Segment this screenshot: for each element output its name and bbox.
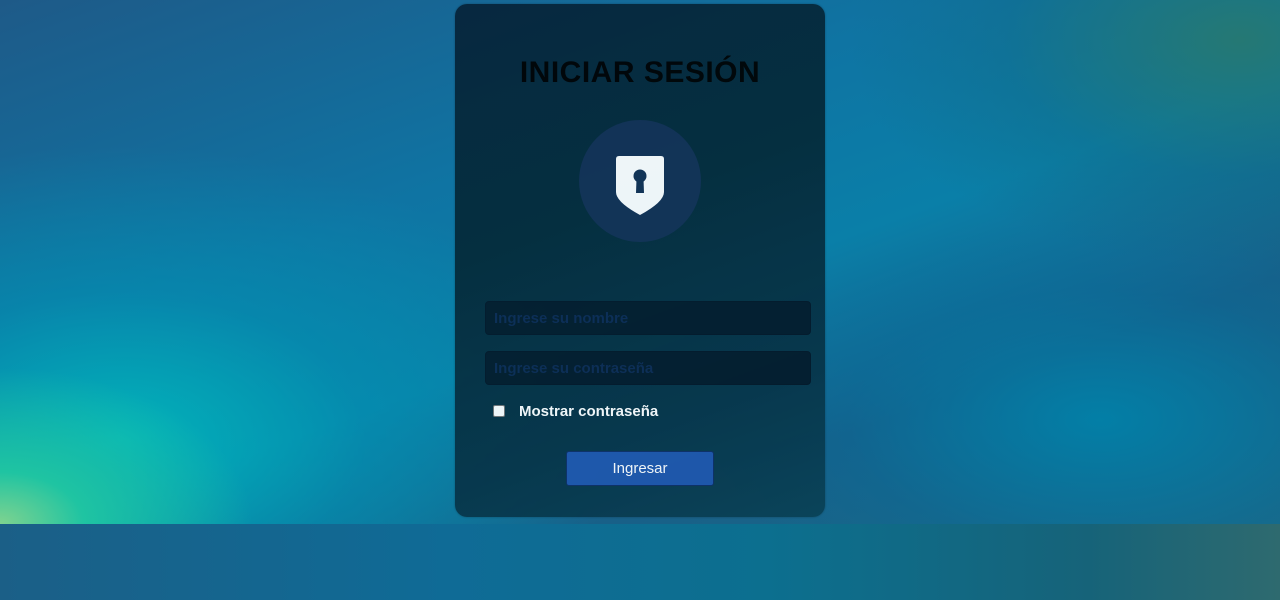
shield-keyhole-icon	[616, 156, 664, 215]
username-input[interactable]	[485, 301, 811, 335]
background-footer-band	[0, 524, 1280, 600]
password-input[interactable]	[485, 351, 811, 385]
show-password-label: Mostrar contraseña	[519, 402, 659, 420]
show-password-checkbox[interactable]	[493, 405, 505, 417]
login-button[interactable]: Ingresar	[566, 451, 714, 486]
shield-icon-circle	[579, 120, 701, 242]
login-title: INICIAR SESIÓN	[519, 56, 761, 89]
show-password-row[interactable]: Mostrar contraseña	[493, 402, 658, 420]
login-card: INICIAR SESIÓN Mostrar contraseña Ingres…	[455, 4, 825, 517]
